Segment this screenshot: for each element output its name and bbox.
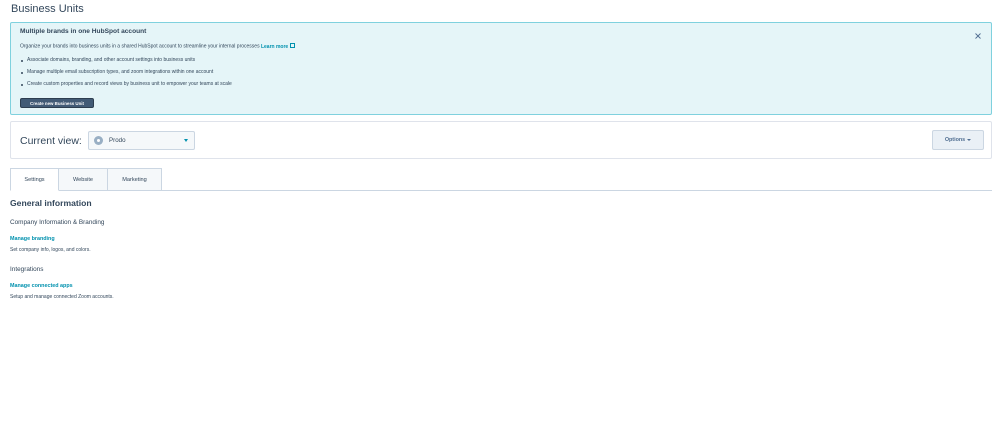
learn-more-link[interactable]: Learn more bbox=[261, 42, 296, 50]
tab-website[interactable]: Website bbox=[58, 168, 108, 191]
external-link-icon bbox=[289, 42, 296, 48]
manage-branding-description: Set company info, logos, and colors. bbox=[10, 247, 91, 253]
settings-tabs: Settings Website Marketing bbox=[10, 168, 162, 191]
chevron-down-icon bbox=[184, 139, 188, 142]
create-business-unit-button[interactable]: Create new Business Unit bbox=[20, 98, 94, 108]
brand-logo-icon bbox=[94, 136, 103, 145]
page-title: Business Units bbox=[11, 3, 84, 15]
manage-connected-apps-link[interactable]: Manage connected apps bbox=[10, 283, 73, 289]
tab-settings[interactable]: Settings bbox=[10, 168, 59, 191]
close-icon[interactable] bbox=[973, 31, 983, 41]
tab-marketing[interactable]: Marketing bbox=[107, 168, 162, 191]
business-unit-select[interactable]: Prodo bbox=[88, 131, 195, 150]
general-information-heading: General information bbox=[10, 198, 92, 208]
manage-connected-apps-description: Setup and manage connected Zoom accounts… bbox=[10, 294, 114, 300]
selected-business-unit: Prodo bbox=[109, 137, 126, 144]
integrations-heading: Integrations bbox=[10, 266, 44, 273]
options-button[interactable]: Options bbox=[932, 130, 984, 150]
options-button-label: Options bbox=[944, 137, 966, 143]
current-view-bar: Current view: Prodo Options bbox=[10, 121, 992, 159]
banner-bullet-list: Associate domains, branding, and other a… bbox=[20, 58, 232, 94]
banner-body-text: Organize your brands into business units… bbox=[20, 43, 260, 50]
tabs-divider bbox=[10, 190, 992, 191]
company-branding-heading: Company Information & Branding bbox=[10, 219, 105, 226]
banner-heading: Multiple brands in one HubSpot account bbox=[20, 28, 147, 35]
business-units-banner: Multiple brands in one HubSpot account O… bbox=[10, 22, 992, 115]
banner-body: Organize your brands into business units… bbox=[20, 42, 296, 50]
current-view-label: Current view: bbox=[20, 135, 82, 147]
banner-bullet-item: Create custom properties and record view… bbox=[20, 82, 232, 94]
caret-down-icon bbox=[967, 139, 972, 141]
manage-branding-link[interactable]: Manage branding bbox=[10, 236, 55, 242]
